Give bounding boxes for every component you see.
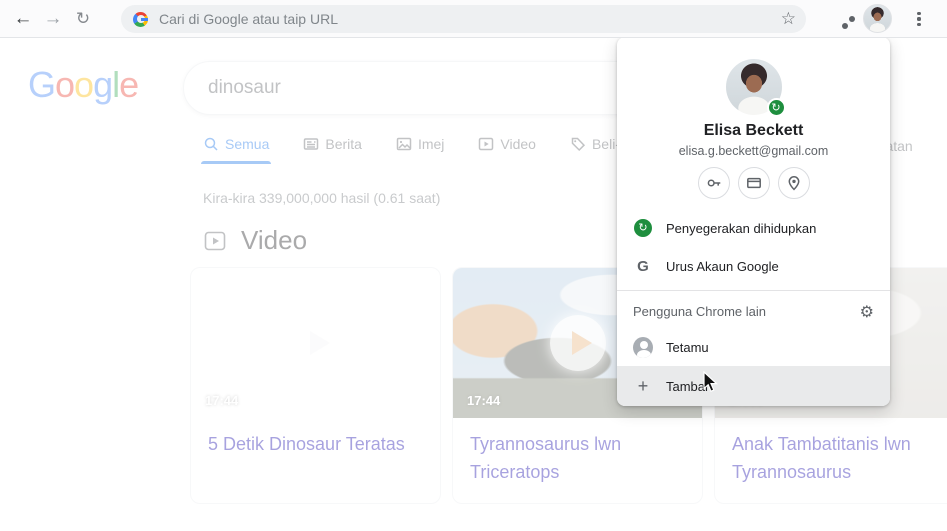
video-icon [478, 136, 494, 152]
address-bar[interactable]: Cari di Google atau taip URL ☆ [121, 5, 806, 33]
bookmark-star-icon[interactable]: ☆ [781, 11, 796, 28]
guest-label: Tetamu [666, 340, 709, 355]
address-bar-placeholder: Cari di Google atau taip URL [159, 11, 781, 27]
payment-card-icon [746, 175, 762, 191]
logo-letter: e [119, 64, 138, 105]
kebab-dot [917, 17, 920, 20]
extensions-button[interactable] [833, 7, 857, 31]
sync-status-label: Penyegerakan dihidupkan [666, 221, 816, 236]
other-users-label: Pengguna Chrome lain [633, 304, 766, 319]
video-duration: 17:44 [205, 393, 238, 408]
add-profile-label: Tambah [666, 379, 712, 394]
video-title-link[interactable]: Tyrannosaurus lwn Triceratops [453, 418, 702, 500]
kebab-dot [917, 12, 920, 15]
plus-icon: + [638, 377, 649, 395]
profile-name: Elisa Beckett [617, 122, 890, 140]
forward-button[interactable]: → [38, 4, 68, 34]
video-duration: 17:44 [467, 393, 500, 408]
payment-methods-button[interactable] [738, 167, 770, 199]
menu-item-manage-account[interactable]: G Urus Akaun Google [617, 247, 890, 285]
menu-item-sync-status[interactable]: ↻ Penyegerakan dihidupkan [617, 209, 890, 247]
sync-badge-icon: ↻ [767, 98, 786, 117]
results-stats: Kira-kira 339,000,000 hasil (0.61 saat) [203, 190, 440, 206]
play-button-icon[interactable] [288, 315, 344, 371]
tab-imej[interactable]: Imej [396, 136, 444, 164]
play-button-icon[interactable] [550, 315, 606, 371]
back-button[interactable]: ← [8, 4, 38, 34]
passwords-button[interactable] [698, 167, 730, 199]
logo-letter: G [28, 64, 55, 105]
location-pin-icon [786, 175, 802, 191]
other-users-section: Pengguna Chrome lain ⚙ [617, 294, 890, 328]
profile-menu-items: ↻ Penyegerakan dihidupkan G Urus Akaun G… [617, 209, 890, 406]
logo-letter: o [55, 64, 74, 105]
logo-letter: g [93, 64, 112, 105]
tab-label: Video [500, 136, 536, 152]
google-logo: Google [28, 64, 138, 106]
image-icon [396, 136, 412, 152]
profile-shortcut-buttons [617, 167, 890, 199]
tab-berita[interactable]: Berita [303, 136, 362, 164]
tag-icon [570, 136, 586, 152]
logo-letter: o [74, 64, 93, 105]
menu-item-guest[interactable]: Tetamu [617, 328, 890, 366]
menu-divider [617, 290, 890, 291]
google-favicon-icon [133, 12, 148, 27]
search-icon [203, 136, 219, 152]
video-card[interactable]: 17:44 5 Detik Dinosaur Teratas [190, 267, 441, 504]
manage-profiles-gear-icon[interactable]: ⚙ [860, 302, 874, 321]
video-section-heading: Video [203, 225, 307, 256]
search-tabs: SemuaBeritaImejVideoBeli-belah [203, 136, 654, 164]
profile-email: elisa.g.beckett@gmail.com [617, 144, 890, 158]
addresses-button[interactable] [778, 167, 810, 199]
tab-video[interactable]: Video [478, 136, 536, 164]
tab-label: Imej [418, 136, 444, 152]
profile-avatar-button[interactable] [863, 4, 892, 33]
tab-semua[interactable]: Semua [203, 136, 269, 164]
browser-toolbar: ← → ↻ Cari di Google atau taip URL ☆ [0, 0, 947, 38]
video-section-icon [203, 229, 227, 253]
video-thumbnail[interactable]: 17:44 [191, 268, 440, 418]
video-title-link[interactable]: Anak Tambatitanis lwn Tyrannosaurus [715, 418, 947, 500]
sync-on-icon: ↻ [634, 219, 652, 237]
guest-icon [633, 337, 653, 358]
profile-menu: ↻ Elisa Beckett elisa.g.beckett@gmail.co… [617, 37, 890, 406]
menu-item-add-profile[interactable]: + Tambah [617, 366, 890, 406]
reload-button[interactable]: ↻ [68, 4, 98, 34]
browser-menu-button[interactable] [908, 8, 930, 30]
news-icon [303, 136, 319, 152]
manage-account-label: Urus Akaun Google [666, 259, 779, 274]
kebab-dot [917, 23, 920, 26]
profile-menu-avatar: ↻ [726, 59, 782, 115]
video-title-link[interactable]: 5 Detik Dinosaur Teratas [191, 418, 440, 472]
tab-label: Berita [325, 136, 362, 152]
browser-window: ← → ↻ Cari di Google atau taip URL ☆ Goo… [0, 0, 947, 531]
search-query-text: dinosaur [208, 77, 281, 99]
key-icon [706, 175, 722, 191]
video-section-title: Video [241, 225, 307, 256]
tab-label: Semua [225, 136, 269, 152]
google-g-icon: G [637, 258, 649, 275]
